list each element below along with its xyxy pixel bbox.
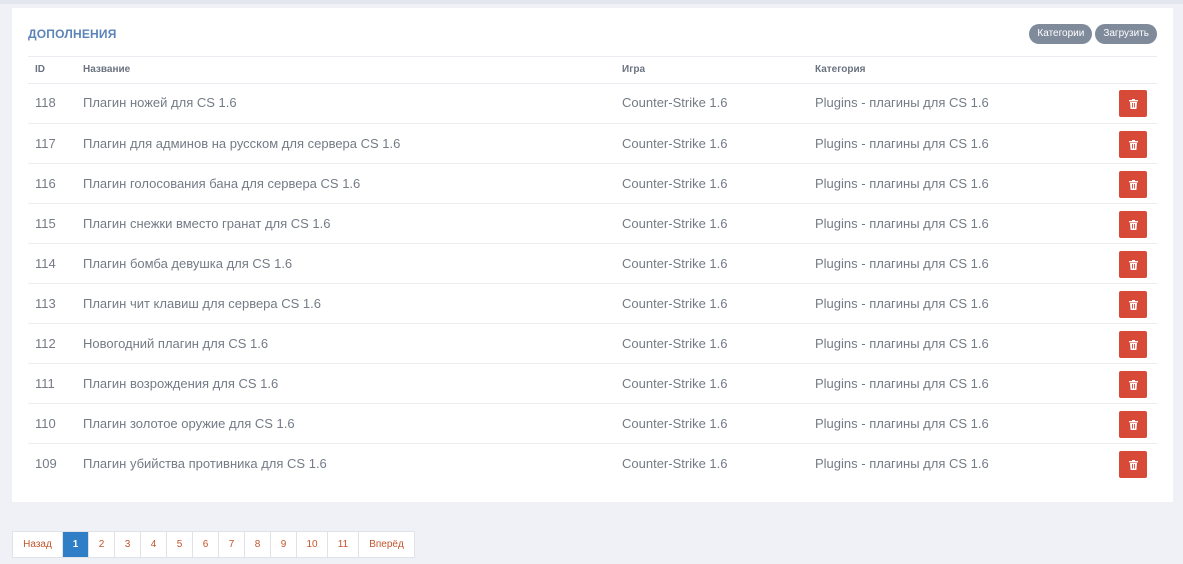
row-name: Плагин для админов на русском для сервер… <box>83 136 401 151</box>
top-border <box>0 0 1183 4</box>
page-link-4[interactable]: 4 <box>140 532 166 557</box>
trash-icon <box>1128 179 1138 190</box>
table-row: 118 Плагин ножей для CS 1.6 Counter-Strike… <box>28 83 1157 123</box>
delete-button[interactable] <box>1119 251 1147 278</box>
delete-button[interactable] <box>1119 371 1147 398</box>
row-id: 116 <box>35 176 56 191</box>
page-link-9[interactable]: 9 <box>270 532 296 557</box>
trash-icon <box>1128 339 1138 350</box>
next-page-link[interactable]: Вперёд <box>358 532 414 557</box>
addons-table-body: 118 Плагин ножей для CS 1.6 Counter-Strike… <box>28 83 1157 483</box>
trash-icon <box>1128 379 1138 390</box>
page-link-2[interactable]: 2 <box>88 532 114 557</box>
trash-icon <box>1128 98 1138 109</box>
row-game: Counter-Strike 1.6 <box>622 95 728 110</box>
row-name: Плагин голосования бана для сервера CS 1… <box>83 176 361 191</box>
row-category: Plugins - плагины для CS 1.6 <box>815 296 989 311</box>
header-game: Игра <box>622 64 646 75</box>
table-row: 114 Плагин бомба девушка для CS 1.6 Counte… <box>28 243 1157 283</box>
delete-button[interactable] <box>1119 171 1147 198</box>
page-link-6[interactable]: 6 <box>192 532 218 557</box>
page-link-11[interactable]: 11 <box>327 532 358 557</box>
page-link-1[interactable]: 1 <box>62 532 88 557</box>
row-id: 110 <box>35 416 56 431</box>
categories-button[interactable]: Категории <box>1029 24 1093 44</box>
row-category: Plugins - плагины для CS 1.6 <box>815 136 989 151</box>
row-category: Plugins - плагины для CS 1.6 <box>815 416 989 431</box>
row-id: 114 <box>35 256 56 271</box>
delete-button[interactable] <box>1119 291 1147 318</box>
row-game: Counter-Strike 1.6 <box>622 256 728 271</box>
row-id: 118 <box>35 95 56 110</box>
delete-button[interactable] <box>1119 331 1147 358</box>
row-name: Плагин чит клавиш для сервера CS 1.6 <box>83 296 321 311</box>
row-category: Plugins - плагины для CS 1.6 <box>815 456 989 471</box>
table-row: 116 Плагин голосования бана для сервера C… <box>28 163 1157 203</box>
table-row: 109 Плагин убийства противника для CS 1.6… <box>28 443 1157 483</box>
row-game: Counter-Strike 1.6 <box>622 336 728 351</box>
trash-icon <box>1128 259 1138 270</box>
upload-button[interactable]: Загрузить <box>1095 24 1157 44</box>
row-name: Плагин ножей для CS 1.6 <box>83 95 237 110</box>
row-game: Counter-Strike 1.6 <box>622 296 728 311</box>
page-link-5[interactable]: 5 <box>166 532 192 557</box>
row-id: 111 <box>35 376 55 391</box>
table-row: 113 Плагин чит клавиш для сервера CS 1.6 C… <box>28 283 1157 323</box>
row-id: 115 <box>35 216 56 231</box>
table-row: 117 Плагин для админов на русском для сер… <box>28 123 1157 163</box>
table-row: 112 Новогодний плагин для CS 1.6 Counter-S… <box>28 323 1157 363</box>
trash-icon <box>1128 139 1138 150</box>
row-name: Плагин возрождения для CS 1.6 <box>83 376 279 391</box>
trash-icon <box>1128 299 1138 310</box>
row-category: Plugins - плагины для CS 1.6 <box>815 336 989 351</box>
page-link-3[interactable]: 3 <box>114 532 140 557</box>
header-buttons: Категории Загрузить <box>1029 24 1157 44</box>
row-id: 109 <box>35 456 57 471</box>
delete-button[interactable] <box>1119 90 1147 117</box>
table-row: 115 Плагин снежки вместо гранат для CS 1.… <box>28 203 1157 243</box>
row-id: 117 <box>35 136 56 151</box>
trash-icon <box>1128 419 1138 430</box>
header-id: ID <box>35 64 45 75</box>
panel-title: ДОПОЛНЕНИЯ <box>28 27 117 41</box>
trash-icon <box>1128 219 1138 230</box>
header-category: Категория <box>815 64 866 75</box>
row-id: 112 <box>35 336 56 351</box>
page-link-7[interactable]: 7 <box>218 532 244 557</box>
row-category: Plugins - плагины для CS 1.6 <box>815 95 989 110</box>
row-name: Плагин снежки вместо гранат для CS 1.6 <box>83 216 331 231</box>
table-row: 111 Плагин возрождения для CS 1.6 Counter-… <box>28 363 1157 403</box>
row-category: Plugins - плагины для CS 1.6 <box>815 376 989 391</box>
row-category: Plugins - плагины для CS 1.6 <box>815 256 989 271</box>
row-id: 113 <box>35 296 56 311</box>
row-name: Плагин бомба девушка для CS 1.6 <box>83 256 293 271</box>
row-game: Counter-Strike 1.6 <box>622 376 728 391</box>
trash-icon <box>1128 459 1138 470</box>
addons-panel: ДОПОЛНЕНИЯ Категории Загрузить ID Назван… <box>12 8 1173 502</box>
page-link-10[interactable]: 10 <box>296 532 327 557</box>
row-category: Plugins - плагины для CS 1.6 <box>815 176 989 191</box>
row-name: Плагин убийства противника для CS 1.6 <box>83 456 327 471</box>
page-link-8[interactable]: 8 <box>244 532 270 557</box>
delete-button[interactable] <box>1119 411 1147 438</box>
delete-button[interactable] <box>1119 211 1147 238</box>
prev-page-link[interactable]: Назад <box>13 532 62 557</box>
row-name: Плагин золотое оружие для CS 1.6 <box>83 416 295 431</box>
row-game: Counter-Strike 1.6 <box>622 176 728 191</box>
delete-button[interactable] <box>1119 451 1147 478</box>
row-game: Counter-Strike 1.6 <box>622 456 728 471</box>
row-category: Plugins - плагины для CS 1.6 <box>815 216 989 231</box>
delete-button[interactable] <box>1119 131 1147 158</box>
row-game: Counter-Strike 1.6 <box>622 136 728 151</box>
table-row: 110 Плагин золотое оружие для CS 1.6 Count… <box>28 403 1157 443</box>
pagination: Назад 1 2 3 4 5 6 7 8 9 10 11 Вперёд <box>12 531 415 558</box>
table-header: ID Название Игра Категория <box>28 57 1157 83</box>
row-game: Counter-Strike 1.6 <box>622 216 728 231</box>
header-name: Название <box>83 64 131 75</box>
row-game: Counter-Strike 1.6 <box>622 416 728 431</box>
row-name: Новогодний плагин для CS 1.6 <box>83 336 269 351</box>
